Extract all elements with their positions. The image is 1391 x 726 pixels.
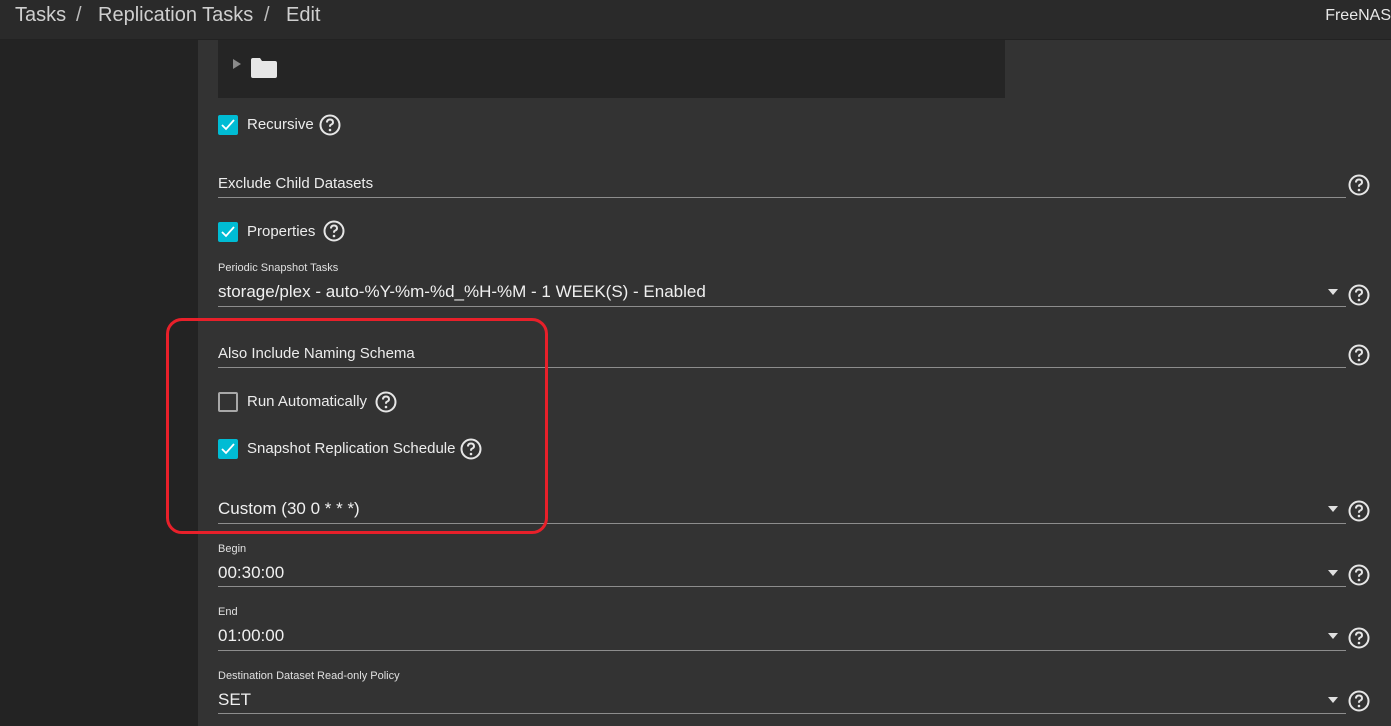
dropdown-caret-icon[interactable] [1328, 633, 1338, 639]
breadcrumb-tasks[interactable]: Tasks [15, 4, 66, 27]
help-circle-icon[interactable] [1348, 174, 1370, 196]
dataset-tree [218, 40, 1005, 98]
end-select-underline [218, 650, 1346, 651]
periodic-snapshot-tasks-underline [218, 306, 1346, 307]
breadcrumb-separator: / [264, 4, 270, 26]
readonly-policy-select[interactable]: SET [218, 690, 251, 710]
help-circle-icon[interactable] [1348, 690, 1370, 712]
properties-label: Properties [247, 223, 316, 240]
brand-name: FreeNAS [1325, 7, 1391, 24]
check-icon [221, 119, 235, 131]
help-circle-icon[interactable] [319, 114, 341, 136]
help-circle-icon[interactable] [1348, 564, 1370, 586]
help-circle-icon[interactable] [1348, 500, 1370, 522]
readonly-policy-select-underline [218, 713, 1346, 714]
exclude-child-datasets-label[interactable]: Exclude Child Datasets [218, 175, 373, 192]
help-circle-icon[interactable] [1348, 284, 1370, 306]
begin-label: Begin [218, 543, 247, 555]
help-circle-icon[interactable] [323, 220, 345, 242]
help-circle-icon[interactable] [1348, 344, 1370, 366]
breadcrumb-separator: / [76, 4, 82, 26]
check-icon [221, 226, 235, 238]
recursive-checkbox[interactable] [218, 115, 238, 135]
dropdown-caret-icon[interactable] [1328, 289, 1338, 295]
periodic-snapshot-tasks-select[interactable]: storage/plex - auto-%Y-%m-%d_%H-%M - 1 W… [218, 282, 706, 302]
help-circle-icon[interactable] [1348, 627, 1370, 649]
dropdown-caret-icon[interactable] [1328, 570, 1338, 576]
properties-checkbox[interactable] [218, 222, 238, 242]
breadcrumb-edit: Edit [286, 4, 321, 26]
recursive-label: Recursive [247, 116, 314, 133]
begin-select-underline [218, 586, 1346, 587]
folder-icon[interactable] [251, 58, 277, 78]
highlight-annotation [166, 318, 548, 534]
dropdown-caret-icon[interactable] [1328, 506, 1338, 512]
top-bar: Tasks / Replication Tasks / Edit FreeNAS [0, 0, 1391, 40]
begin-select[interactable]: 00:30:00 [218, 563, 284, 583]
dropdown-caret-icon[interactable] [1328, 697, 1338, 703]
exclude-child-datasets-input[interactable] [218, 197, 1346, 198]
readonly-policy-label: Destination Dataset Read-only Policy [218, 670, 400, 682]
breadcrumb-replication-tasks[interactable]: Replication Tasks [98, 4, 253, 27]
end-select[interactable]: 01:00:00 [218, 626, 284, 646]
end-label: End [218, 606, 238, 618]
periodic-snapshot-tasks-label: Periodic Snapshot Tasks [218, 262, 339, 274]
expand-arrow-icon[interactable] [233, 59, 241, 69]
